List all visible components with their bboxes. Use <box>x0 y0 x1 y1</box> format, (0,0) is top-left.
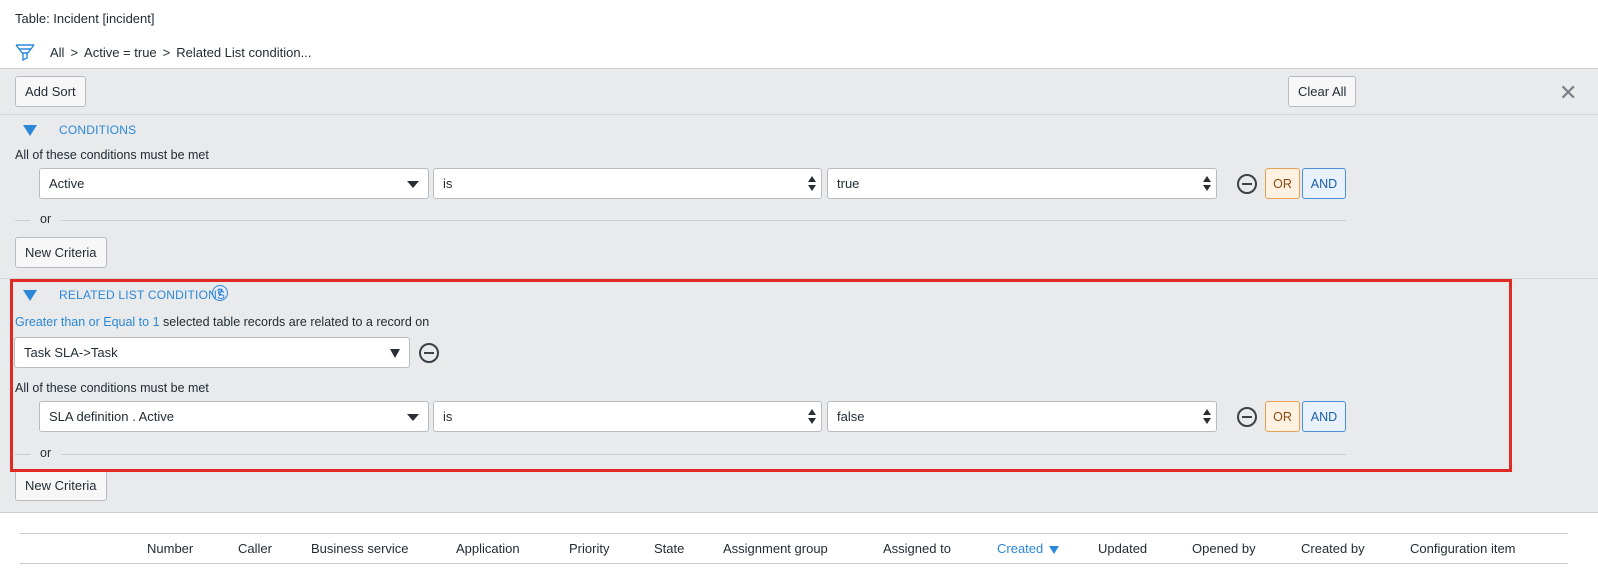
or-button[interactable]: OR <box>1265 401 1300 432</box>
remove-relationship-icon[interactable] <box>419 343 439 363</box>
column-header[interactable]: Opened by <box>1192 541 1256 556</box>
chevron-down-icon <box>390 349 400 358</box>
new-criteria-button[interactable]: New Criteria <box>15 470 107 501</box>
or-divider-line <box>15 454 1346 455</box>
related-condition-field-value: SLA definition . Active <box>49 409 175 424</box>
relationship-select[interactable]: Task SLA->Task <box>14 337 410 368</box>
related-condition-value-value: false <box>837 409 865 424</box>
related-quantity-sentence: Greater than or Equal to 1 selected tabl… <box>15 315 429 329</box>
updown-arrows-icon <box>1203 176 1211 192</box>
sort-descending-icon <box>1049 545 1060 554</box>
breadcrumb-active-true[interactable]: Active = true <box>84 45 157 60</box>
condition-field-select[interactable]: Active <box>39 168 429 199</box>
clear-all-button[interactable]: Clear All <box>1288 76 1357 107</box>
column-header[interactable]: Configuration item <box>1410 541 1516 556</box>
column-header[interactable]: Assignment group <box>723 541 828 556</box>
divider <box>0 114 1598 115</box>
or-button[interactable]: OR <box>1265 168 1300 199</box>
column-header[interactable]: Priority <box>569 541 609 556</box>
column-header-label: Created <box>997 541 1044 556</box>
filter-panel <box>0 68 1598 513</box>
column-header[interactable]: State <box>654 541 684 556</box>
table-title: Table: Incident [incident] <box>15 11 155 26</box>
collapse-triangle-icon <box>23 124 37 136</box>
column-header[interactable]: Updated <box>1098 541 1147 556</box>
related-condition-value-select[interactable]: false <box>827 401 1217 432</box>
list-column-header-row: Number Caller Business service Applicati… <box>20 533 1568 564</box>
remove-condition-icon[interactable] <box>1237 174 1257 194</box>
remove-condition-icon[interactable] <box>1237 407 1257 427</box>
breadcrumb-separator: > <box>70 45 79 60</box>
column-header-sorted[interactable]: Created <box>997 541 1060 556</box>
breadcrumb: All > Active = true > Related List condi… <box>50 45 311 60</box>
chevron-down-icon <box>407 414 419 421</box>
chevron-down-icon <box>407 181 419 188</box>
new-criteria-button[interactable]: New Criteria <box>15 237 107 268</box>
column-header[interactable]: Number <box>147 541 193 556</box>
breadcrumb-separator: > <box>162 45 171 60</box>
related-condition-field-select[interactable]: SLA definition . Active <box>39 401 429 432</box>
conditions-heading: CONDITIONS <box>59 123 137 137</box>
related-list-section-toggle[interactable]: RELATED LIST CONDITIONS <box>23 288 225 302</box>
add-sort-button[interactable]: Add Sort <box>15 76 86 107</box>
related-condition-operator-value: is <box>443 409 453 424</box>
updown-arrows-icon <box>1203 409 1211 425</box>
filter-icon[interactable] <box>15 42 35 62</box>
close-icon[interactable]: ✕ <box>1559 80 1577 106</box>
column-header[interactable]: Business service <box>311 541 409 556</box>
condition-value-value: true <box>837 176 860 191</box>
column-header[interactable]: Assigned to <box>883 541 951 556</box>
column-header[interactable]: Caller <box>238 541 272 556</box>
condition-operator-value: is <box>443 176 453 191</box>
and-button[interactable]: AND <box>1302 401 1346 432</box>
column-header[interactable]: Created by <box>1301 541 1365 556</box>
all-conditions-label: All of these conditions must be met <box>15 148 209 162</box>
and-button[interactable]: AND <box>1302 168 1346 199</box>
divider <box>0 278 1598 279</box>
all-conditions-label: All of these conditions must be met <box>15 381 209 395</box>
or-divider-line <box>15 220 1346 221</box>
help-icon[interactable]: ? <box>212 285 228 301</box>
breadcrumb-all[interactable]: All <box>50 45 64 60</box>
updown-arrows-icon <box>808 176 816 192</box>
breadcrumb-related-list-condition[interactable]: Related List condition... <box>176 45 311 60</box>
quantity-suffix: selected table records are related to a … <box>163 315 430 329</box>
related-condition-operator-select[interactable]: is <box>433 401 822 432</box>
conditions-section-toggle[interactable]: CONDITIONS <box>23 123 136 137</box>
relationship-value: Task SLA->Task <box>24 345 118 360</box>
or-label: or <box>30 446 62 460</box>
collapse-triangle-icon <box>23 289 37 301</box>
updown-arrows-icon <box>808 409 816 425</box>
condition-field-value: Active <box>49 176 85 191</box>
column-header[interactable]: Application <box>456 541 520 556</box>
quantity-link[interactable]: Greater than or Equal to 1 <box>15 315 160 329</box>
or-label: or <box>30 212 62 226</box>
condition-value-select[interactable]: true <box>827 168 1217 199</box>
condition-operator-select[interactable]: is <box>433 168 822 199</box>
related-list-heading: RELATED LIST CONDITIONS <box>59 288 226 302</box>
